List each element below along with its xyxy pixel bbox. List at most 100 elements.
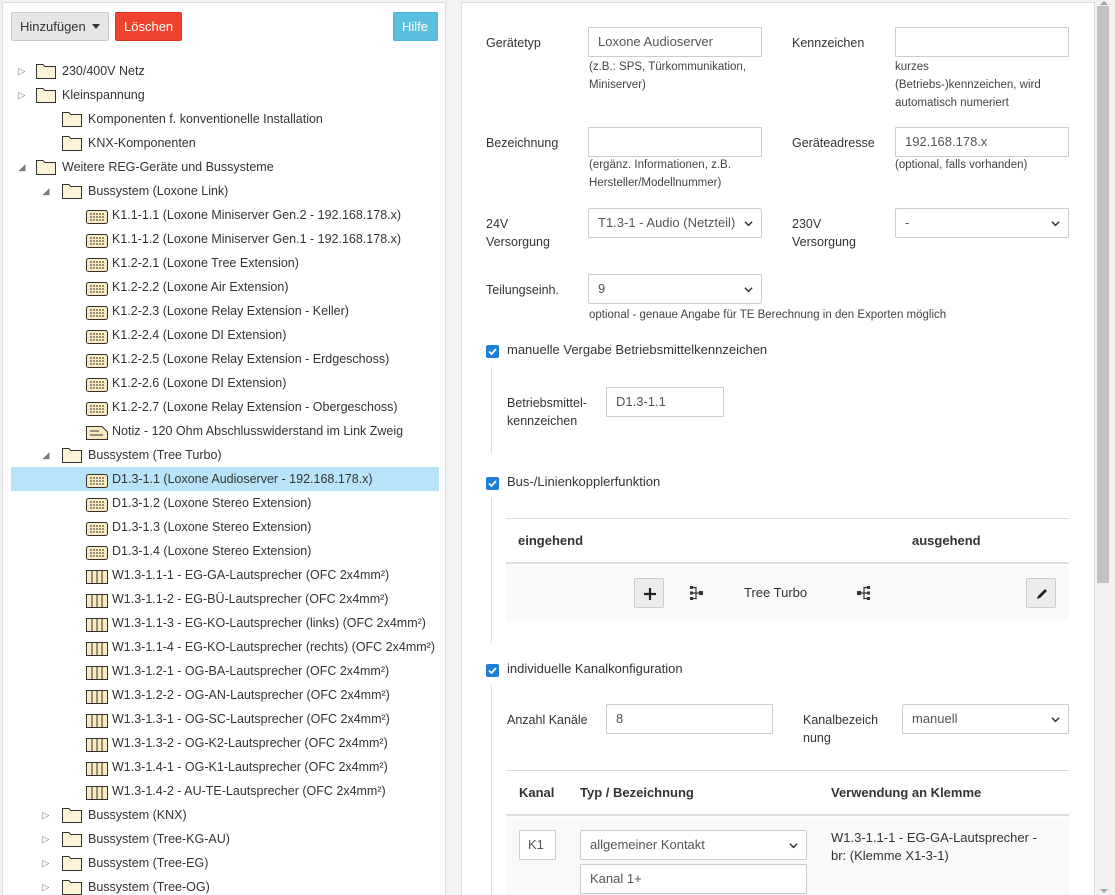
bus-koppler-label[interactable]: Bus-/Linienkopplerfunktion [507,474,660,489]
bezeichnung-input[interactable] [588,127,762,157]
bezeichnung-label: Bezeichnung [486,136,559,150]
tree-folder[interactable]: ◢ Bussystem (Loxone Link) [11,179,439,203]
folder-icon [62,111,82,127]
cable-icon [86,640,108,656]
tree-item[interactable]: W1.3-1.2-2 - OG-AN-Lautsprecher (OFC 2x4… [11,683,439,707]
tree-item[interactable]: K1.2-2.1 (Loxone Tree Extension) [11,251,439,275]
tree-item[interactable]: W1.3-1.3-1 - OG-SC-Lautsprecher (OFC 2x4… [11,707,439,731]
chevron-down-icon [744,287,753,293]
tree-item[interactable]: W1.3-1.4-2 - AU-TE-Lautsprecher (OFC 2x4… [11,779,439,803]
tree-item[interactable]: W1.3-1.2-1 - OG-BA-Lautsprecher (OFC 2x4… [11,659,439,683]
kennzeichen-label: Kennzeichen [792,36,865,50]
add-button-label: Hinzufügen [20,19,86,34]
versorgung230-select[interactable]: - [895,208,1069,238]
tree-folder[interactable]: ▷ Bussystem (Tree-KG-AU) [11,827,439,851]
help-button[interactable]: Hilfe [393,12,438,41]
tree-item[interactable]: K1.2-2.5 (Loxone Relay Extension - Erdge… [11,347,439,371]
folder-icon [36,159,56,175]
geraetetyp-input[interactable]: Loxone Audioserver [588,27,762,57]
device-icon [86,256,108,272]
kanal-verwendung: W1.3-1.1-1 - EG-GA-Lautsprecher - br: (Kl… [831,830,1037,863]
kanal-typ-select[interactable]: allgemeiner Kontakt [580,830,807,860]
expand-icon[interactable]: ▷ [40,875,52,895]
expand-icon[interactable]: ▷ [16,59,28,83]
kanal-konfig-label[interactable]: individuelle Kanalkonfiguration [507,661,683,676]
tree-item[interactable]: D1.3-1.2 (Loxone Stereo Extension) [11,491,439,515]
tree-folder[interactable]: Komponenten f. konventionelle Installati… [11,107,439,131]
tree-in-icon [690,586,703,600]
device-icon [86,352,108,368]
manuelle-vergabe-checkbox[interactable] [486,345,499,358]
tree-folder[interactable]: ▷ 230/400V Netz [11,59,439,83]
tree-item-label: Kleinspannung [62,88,145,102]
tree-item[interactable]: W1.3-1.1-1 - EG-GA-Lautsprecher (OFC 2x4… [11,563,439,587]
tree-folder[interactable]: ▷ Bussystem (Tree-OG) [11,875,439,895]
tree-item[interactable]: K1.2-2.2 (Loxone Air Extension) [11,275,439,299]
cable-icon [86,568,108,584]
tree-item[interactable]: D1.3-1.1 (Loxone Audioserver - 192.168.1… [11,467,439,491]
tree-folder[interactable]: ◢ Weitere REG-Geräte und Bussysteme [11,155,439,179]
expand-icon[interactable]: ▷ [40,827,52,851]
versorgung230-value: - [905,215,910,230]
expand-icon[interactable]: ▷ [40,803,52,827]
cable-icon [86,712,108,728]
collapse-icon[interactable]: ◢ [40,443,52,467]
tree-item-label: KNX-Komponenten [88,136,196,150]
scrollbar-thumb[interactable] [1097,6,1109,583]
geraeteadresse-input[interactable]: 192.168.178.x [895,127,1069,157]
tree-item[interactable]: K1.2-2.4 (Loxone DI Extension) [11,323,439,347]
tree-item-label: D1.3-1.1 (Loxone Audioserver - 192.168.1… [112,472,373,486]
col-verwendung: Verwendung an Klemme [831,785,982,800]
tree-item-label: W1.3-1.1-1 - EG-GA-Lautsprecher (OFC 2x4… [112,568,390,582]
add-bus-button[interactable] [634,578,664,608]
tree-item[interactable]: W1.3-1.1-3 - EG-KO-Lautsprecher (links) … [11,611,439,635]
pencil-icon [1037,589,1047,599]
kanal-konfig-checkbox[interactable] [486,664,499,677]
collapse-icon[interactable]: ◢ [16,155,28,179]
manuelle-vergabe-label[interactable]: manuelle Vergabe Betriebsmittelkennzeich… [507,342,767,357]
kennzeichen-input[interactable] [895,27,1069,57]
expand-icon[interactable]: ▷ [40,851,52,875]
tree-folder[interactable]: ◢ Bussystem (Tree Turbo) [11,443,439,467]
tree-item[interactable]: K1.2-2.7 (Loxone Relay Extension - Oberg… [11,395,439,419]
tree-item[interactable]: D1.3-1.3 (Loxone Stereo Extension) [11,515,439,539]
kanal-input[interactable]: K1 [519,830,556,860]
tree-item[interactable]: K1.1-1.1 (Loxone Miniserver Gen.2 - 192.… [11,203,439,227]
col-eingehend: eingehend [518,533,584,548]
cable-icon [86,784,108,800]
kanalbezeichnung-select[interactable]: manuell [902,704,1069,734]
versorgung24-select[interactable]: T1.3-1 - Audio (Netzteil) [588,208,762,238]
tree-item-label: K1.2-2.7 (Loxone Relay Extension - Oberg… [112,400,398,414]
expand-icon[interactable]: ▷ [16,83,28,107]
tree-folder[interactable]: ▷ Bussystem (KNX) [11,803,439,827]
betriebsmittel-input[interactable]: D1.3-1.1 [606,387,724,417]
scroll-up-icon[interactable] [1100,1,1108,5]
tree-item[interactable]: W1.3-1.1-4 - EG-KO-Lautsprecher (rechts)… [11,635,439,659]
collapse-icon[interactable]: ◢ [40,179,52,203]
tree-folder[interactable]: ▷ Kleinspannung [11,83,439,107]
edit-bus-button[interactable] [1026,578,1056,608]
tree-item[interactable]: W1.3-1.1-2 - EG-BÜ-Lautsprecher (OFC 2x4… [11,587,439,611]
kanal-typ-value: allgemeiner Kontakt [590,837,705,852]
kanal-bezeichnung-input[interactable]: Kanal 1+ [580,864,807,894]
tree-item[interactable]: Notiz - 120 Ohm Abschlusswiderstand im L… [11,419,439,443]
scroll-down-icon[interactable] [1100,889,1108,893]
chevron-down-icon [744,221,753,227]
kanalbezeichnung-value: manuell [912,711,958,726]
tree-folder[interactable]: KNX-Komponenten [11,131,439,155]
tree-item[interactable]: W1.3-1.3-2 - OG-K2-Lautsprecher (OFC 2x4… [11,731,439,755]
tree-folder[interactable]: ▷ Bussystem (Tree-EG) [11,851,439,875]
tree-out-icon [857,586,870,600]
tree-item-label: K1.2-2.5 (Loxone Relay Extension - Erdge… [112,352,390,366]
delete-button[interactable]: Löschen [115,12,182,41]
tree-item[interactable]: K1.2-2.3 (Loxone Relay Extension - Kelle… [11,299,439,323]
teilung-select[interactable]: 9 [588,274,762,304]
tree-item[interactable]: K1.1-1.2 (Loxone Miniserver Gen.1 - 192.… [11,227,439,251]
tree-item[interactable]: W1.3-1.4-1 - OG-K1-Lautsprecher (OFC 2x4… [11,755,439,779]
tree-item[interactable]: D1.3-1.4 (Loxone Stereo Extension) [11,539,439,563]
add-dropdown-button[interactable]: Hinzufügen [11,12,109,41]
tree-item-label: Weitere REG-Geräte und Bussysteme [62,160,274,174]
anzahl-kanaele-input[interactable]: 8 [606,704,773,734]
bus-koppler-checkbox[interactable] [486,477,499,490]
tree-item[interactable]: K1.2-2.6 (Loxone DI Extension) [11,371,439,395]
